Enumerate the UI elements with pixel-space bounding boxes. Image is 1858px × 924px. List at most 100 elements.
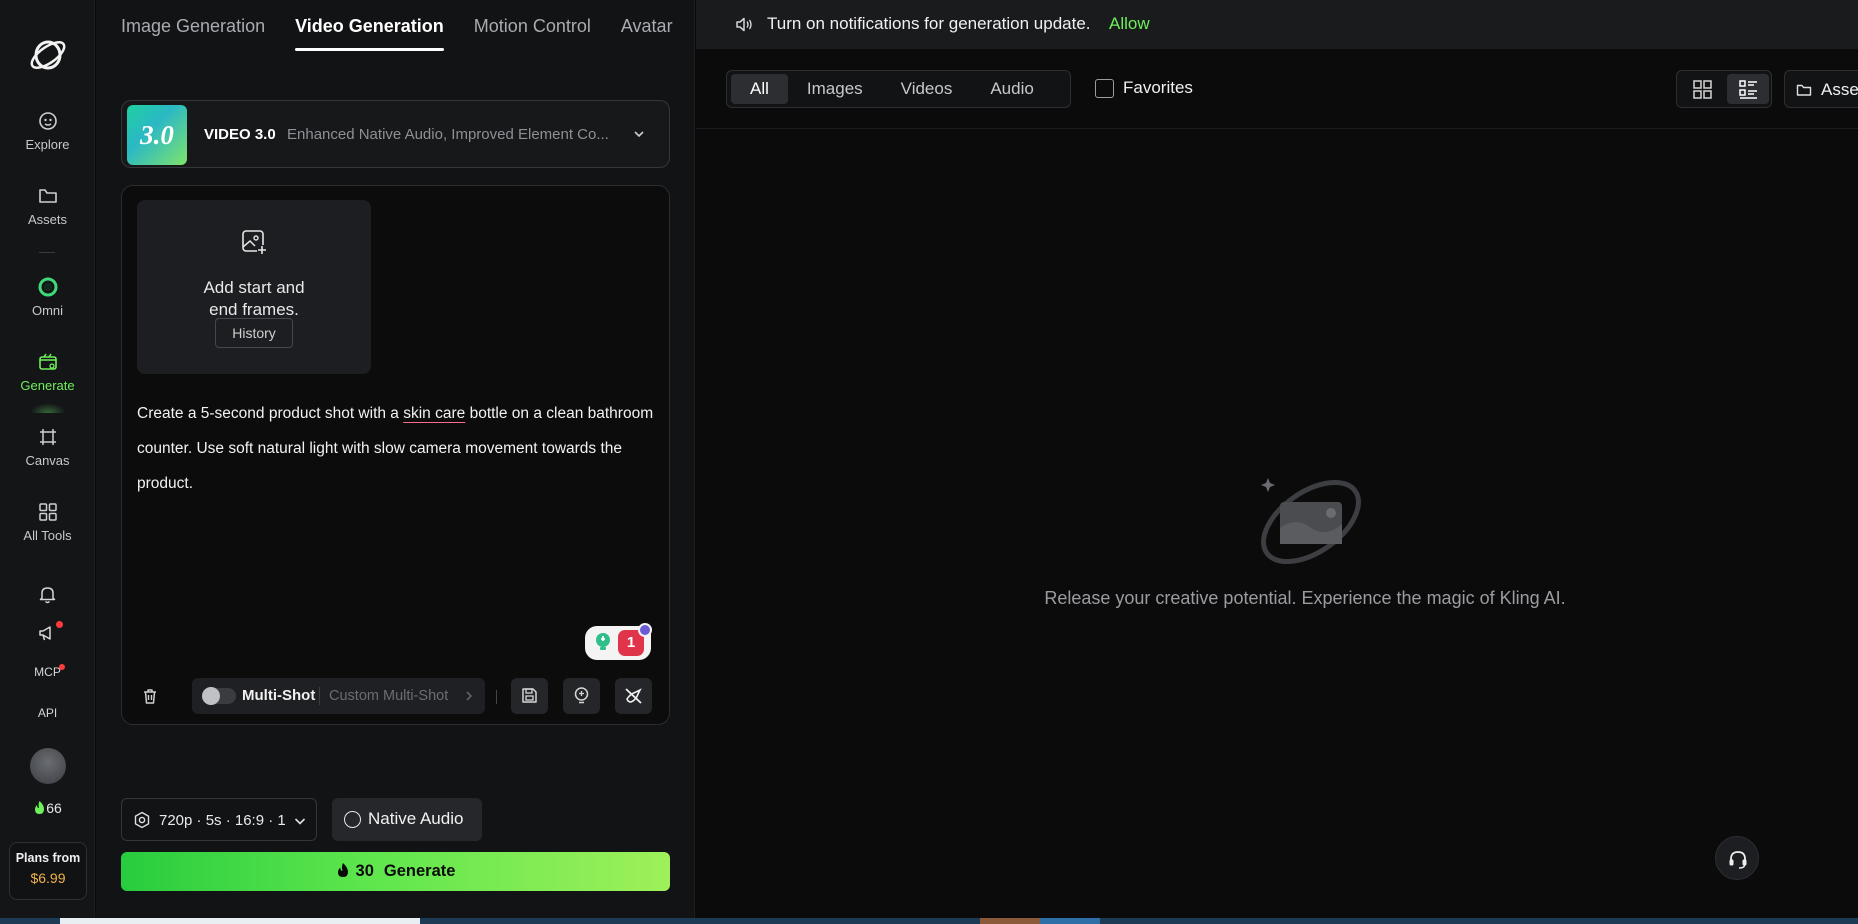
toolbar-divider	[496, 690, 497, 704]
folder-icon	[1796, 84, 1812, 96]
rail-item-label: Omni	[31, 303, 64, 318]
headset-icon	[1729, 851, 1747, 869]
chevron-down-icon	[294, 818, 306, 825]
left-rail: Explore Assets Omni Generate Canvas All …	[0, 0, 95, 924]
native-audio-toggle[interactable]: Native Audio	[332, 798, 482, 841]
rail-item-canvas[interactable]: Canvas	[0, 426, 95, 468]
history-button[interactable]: History	[215, 318, 293, 348]
announcement-icon[interactable]	[36, 622, 58, 644]
filter-all[interactable]: All	[731, 74, 788, 104]
allow-notifications-link[interactable]: Allow	[1109, 14, 1150, 34]
rail-item-label: All Tools	[23, 528, 72, 543]
explore-icon	[38, 112, 57, 130]
prompt-ideas-button[interactable]	[563, 678, 600, 714]
prompt-input[interactable]: Create a 5-second product shot with a sk…	[137, 396, 657, 501]
kling-logo-icon[interactable]	[27, 34, 69, 76]
settings-icon	[134, 811, 150, 829]
video-settings-selector[interactable]: 720p · 5s · 16:9 · 1	[121, 798, 317, 841]
multishot-divider	[319, 687, 320, 705]
canvas-icon	[39, 429, 56, 445]
native-audio-radio	[344, 811, 361, 828]
native-audio-label: Native Audio	[368, 809, 464, 828]
favorites-checkbox[interactable]	[1095, 78, 1114, 98]
assets-button[interactable]: Assets	[1784, 70, 1858, 108]
rail-divider	[39, 252, 55, 253]
prompt-spellcheck-word: skin care	[403, 405, 466, 422]
flame-icon	[35, 801, 45, 814]
list-view-icon	[1739, 80, 1757, 99]
tab-video-generation[interactable]: Video Generation	[295, 0, 444, 52]
notification-text: Turn on notifications for generation upd…	[767, 14, 1091, 33]
chevron-right-icon	[466, 691, 472, 701]
disable-enhance-button[interactable]	[615, 678, 652, 714]
custom-multishot-button[interactable]: Custom Multi-Shot	[329, 688, 448, 704]
plans-button[interactable]: Plans from $6.99	[9, 842, 87, 900]
model-badge: 3.0	[127, 105, 187, 165]
filter-audio[interactable]: Audio	[971, 74, 1052, 104]
plans-label: Plans from	[15, 851, 81, 865]
rail-item-label: Assets	[27, 212, 67, 227]
rail-item-all-tools[interactable]: All Tools	[0, 501, 95, 543]
chevron-down-icon	[634, 131, 644, 138]
multishot-label: Multi-Shot	[242, 687, 316, 704]
credits-display[interactable]: 66	[0, 800, 95, 816]
tab-avatar[interactable]: Avatar	[621, 0, 673, 52]
assistant-widget[interactable]: 1	[585, 623, 655, 661]
results-area: Turn on notifications for generation upd…	[696, 0, 1858, 924]
speaker-icon	[736, 17, 752, 32]
flame-icon	[337, 863, 348, 877]
model-description: Enhanced Native Audio, Improved Element …	[287, 126, 609, 143]
rail-mcp[interactable]: MCP	[0, 665, 95, 679]
lightbulb-outline-icon	[574, 687, 589, 704]
bell-icon[interactable]	[37, 584, 58, 605]
model-name: VIDEO 3.0	[204, 126, 276, 143]
tab-image-generation[interactable]: Image Generation	[121, 0, 265, 52]
filter-images[interactable]: Images	[788, 74, 882, 104]
folder-icon	[38, 189, 57, 203]
omni-icon	[38, 277, 57, 297]
model-selector[interactable]: 3.0 VIDEO 3.0 Enhanced Native Audio, Imp…	[121, 100, 670, 168]
multishot-toggle[interactable]	[202, 687, 236, 705]
rail-item-omni[interactable]: Omni	[0, 276, 95, 318]
rail-item-generate[interactable]: Generate	[0, 351, 95, 393]
view-toggle	[1676, 70, 1772, 108]
favorites-filter[interactable]: Favorites	[1095, 78, 1193, 98]
generation-panel: Image Generation Video Generation Motion…	[96, 0, 695, 924]
taskbar-segment	[1040, 918, 1100, 924]
avatar[interactable]	[30, 748, 66, 784]
filter-videos[interactable]: Videos	[882, 74, 972, 104]
prompt-toolbar: Multi-Shot Custom Multi-Shot	[122, 674, 669, 720]
mcp-dot	[59, 664, 65, 670]
save-prompt-button[interactable]	[511, 678, 548, 714]
active-glow	[30, 403, 66, 413]
no-brush-icon	[625, 688, 642, 704]
plans-price: $6.99	[30, 870, 66, 886]
grid-view-button[interactable]	[1681, 74, 1723, 104]
generate-button[interactable]: 30 Generate	[121, 852, 670, 891]
save-icon	[522, 688, 537, 703]
taskbar-segment	[60, 918, 420, 924]
prompt-text-before: Create a 5-second product shot with a	[137, 405, 404, 422]
prompt-editor: Add start and end frames. History Create …	[121, 185, 670, 725]
empty-state-text: Release your creative potential. Experie…	[1044, 588, 1566, 608]
rail-item-label: Canvas	[25, 453, 70, 468]
trash-icon[interactable]	[140, 686, 160, 706]
app-window: Explore Assets Omni Generate Canvas All …	[0, 0, 1858, 924]
lightbulb-icon	[596, 633, 610, 650]
assets-label: Assets	[1821, 80, 1858, 99]
credits-value: 66	[46, 800, 62, 816]
grid-icon	[38, 503, 57, 521]
favorites-label: Favorites	[1123, 78, 1193, 97]
frames-upload[interactable]: Add start and end frames. History	[137, 200, 371, 374]
rail-item-label: Generate	[20, 378, 75, 393]
support-button[interactable]	[1715, 836, 1759, 880]
list-view-button[interactable]	[1727, 74, 1769, 104]
add-image-icon	[242, 230, 267, 255]
os-taskbar-strip	[0, 918, 1858, 924]
rail-item-assets[interactable]: Assets	[0, 185, 95, 227]
multishot-control: Multi-Shot Custom Multi-Shot	[192, 678, 485, 714]
tab-motion-control[interactable]: Motion Control	[474, 0, 591, 52]
toolbar-divider	[696, 128, 1858, 129]
rail-api[interactable]: API	[0, 706, 95, 720]
rail-item-explore[interactable]: Explore	[0, 110, 95, 152]
